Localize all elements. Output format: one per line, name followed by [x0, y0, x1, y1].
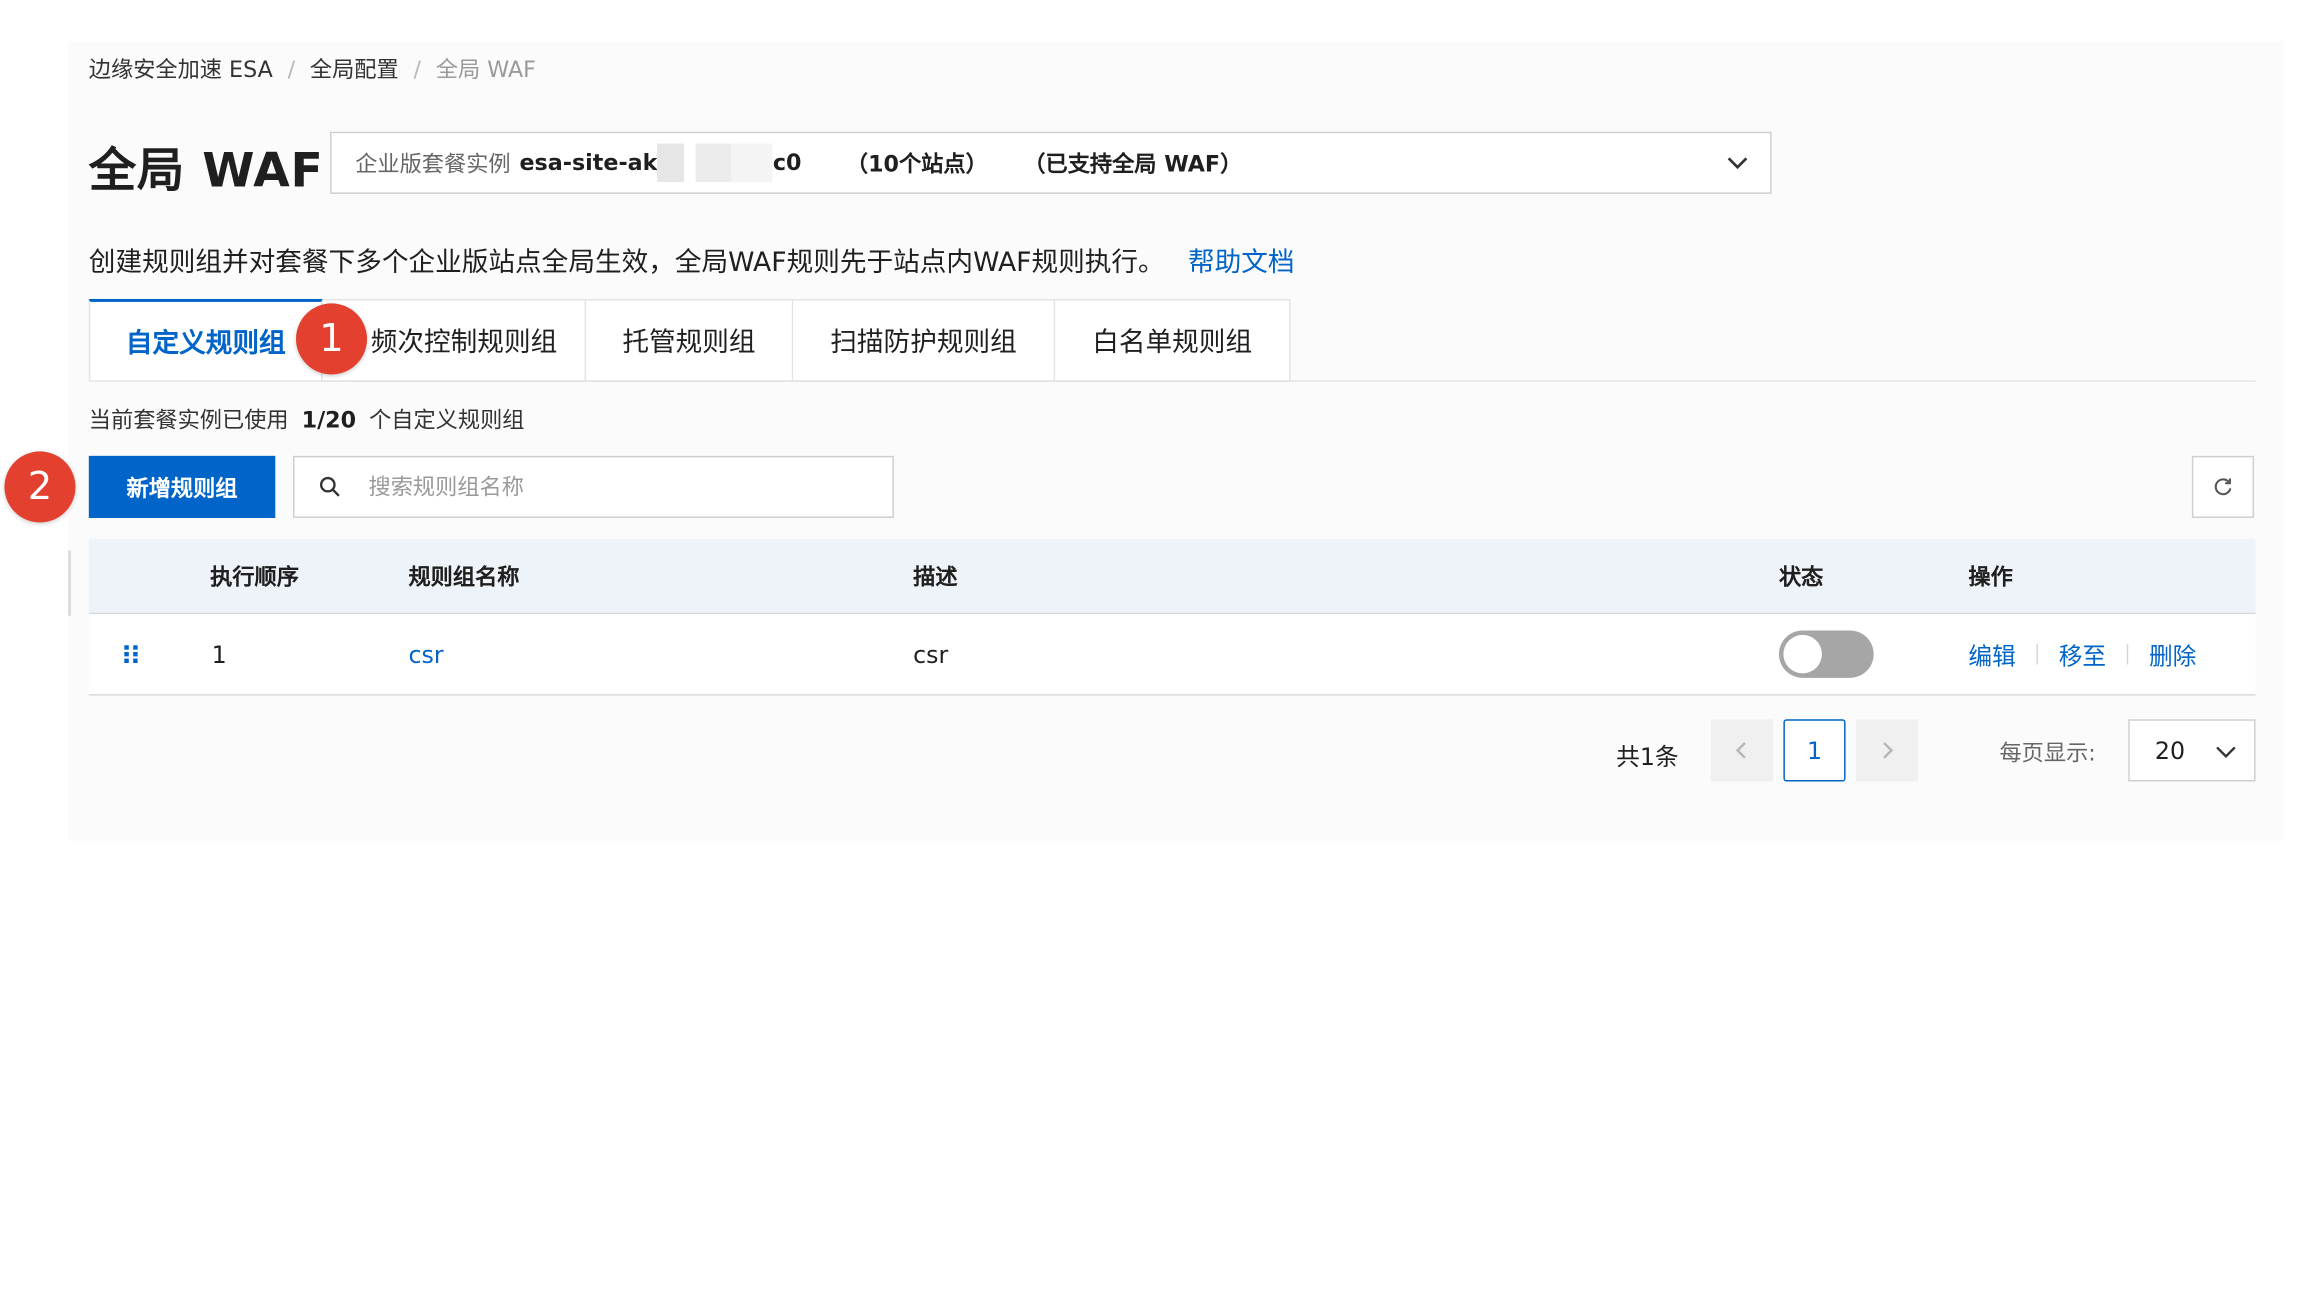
table-row: 1 csr csr 编辑 移至 删除 [88, 614, 2256, 696]
toggle-knob [1783, 634, 1822, 674]
action-divider [2036, 643, 2038, 665]
page-title: 全局 WAF [88, 142, 324, 199]
per-page-select[interactable]: 20 [2128, 719, 2256, 782]
step-badge-2: 2 [4, 451, 76, 523]
column-header-name: 规则组名称 [408, 563, 520, 590]
column-header-description: 描述 [913, 563, 958, 590]
breadcrumb-item-global-config[interactable]: 全局配置 [310, 53, 399, 84]
row-actions: 编辑 移至 删除 [1968, 614, 2196, 694]
page-description: 创建规则组并对套餐下多个企业版站点全局生效，全局WAF规则先于站点内WAF规则执… [89, 241, 1295, 279]
tab-scan-protection-rule-groups[interactable]: 扫描防护规则组 [793, 298, 1056, 382]
breadcrumb: 边缘安全加速 ESA / 全局配置 / 全局 WAF [89, 53, 536, 84]
chevron-down-icon [1727, 157, 1748, 170]
drag-handle-icon[interactable] [121, 644, 142, 665]
edit-link[interactable]: 编辑 [1968, 636, 2015, 672]
chevron-left-icon [1735, 742, 1746, 759]
delete-link[interactable]: 删除 [2149, 636, 2196, 672]
row-name-link[interactable]: csr [408, 640, 443, 668]
instance-name-prefix: esa-site-ak [519, 149, 658, 177]
edge-mark [68, 550, 72, 616]
breadcrumb-item-esa[interactable]: 边缘安全加速 ESA [89, 53, 273, 84]
breadcrumb-separator: / [413, 55, 421, 83]
per-page-value: 20 [2154, 736, 2186, 765]
action-divider [2126, 643, 2129, 665]
tab-label: 白名单规则组 [1092, 327, 1253, 359]
pagination-total: 共1条 [1616, 742, 1679, 772]
next-page-button[interactable] [1855, 719, 1919, 782]
tab-bar: 自定义规则组 频次控制规则组 托管规则组 扫描防护规则组 白名单规则组 [88, 298, 1291, 382]
move-to-link[interactable]: 移至 [2059, 636, 2106, 672]
usage-suffix: 个自定义规则组 [369, 407, 525, 434]
tab-label: 自定义规则组 [125, 327, 286, 359]
step-badge-1: 1 [296, 303, 368, 375]
chevron-down-icon [2216, 746, 2236, 758]
tab-label: 扫描防护规则组 [830, 327, 1017, 359]
column-header-status: 状态 [1778, 563, 1824, 590]
breadcrumb-separator: / [287, 55, 296, 83]
redacted-mask [657, 143, 773, 183]
search-input[interactable] [365, 472, 860, 502]
prev-page-button[interactable] [1710, 719, 1774, 782]
instance-waf-support: （已支持全局 WAF） [1023, 150, 1243, 177]
instance-select-label: 企业版套餐实例 [355, 150, 511, 177]
refresh-icon [2214, 478, 2232, 496]
search-icon [319, 476, 340, 497]
description-text: 创建规则组并对套餐下多个企业版站点全局生效，全局WAF规则先于站点内WAF规则执… [88, 247, 1165, 279]
per-page-label: 每页显示: [1999, 740, 2096, 767]
instance-select[interactable]: 企业版套餐实例 esa-site-ak c0 （10个站点） （已支持全局 WA… [330, 131, 1772, 194]
chevron-right-icon [1883, 742, 1894, 759]
help-doc-link[interactable]: 帮助文档 [1188, 247, 1295, 278]
search-box [293, 455, 894, 518]
tab-whitelist-rule-groups[interactable]: 白名单规则组 [1055, 298, 1291, 382]
instance-site-count: （10个站点） [845, 150, 988, 177]
tab-label: 频次控制规则组 [370, 327, 558, 359]
status-toggle[interactable] [1778, 630, 1874, 678]
usage-prefix: 当前套餐实例已使用 [88, 407, 289, 434]
usage-info: 当前套餐实例已使用 1/20 个自定义规则组 [89, 404, 525, 435]
row-description: csr [913, 640, 949, 669]
row-order: 1 [211, 640, 227, 669]
refresh-button[interactable] [2191, 455, 2255, 518]
tab-divider [88, 380, 2256, 382]
usage-count: 1/20 [301, 407, 357, 434]
column-header-order: 执行顺序 [210, 563, 299, 590]
breadcrumb-item-current: 全局 WAF [435, 56, 536, 83]
column-header-actions: 操作 [1968, 563, 2013, 590]
table-header: 执行顺序 规则组名称 描述 状态 操作 [88, 538, 2256, 615]
tab-label: 托管规则组 [622, 327, 756, 359]
page-number-button[interactable]: 1 [1783, 719, 1846, 782]
add-rule-group-button[interactable]: 新增规则组 [88, 455, 276, 518]
tab-custom-rule-groups[interactable]: 自定义规则组 [88, 298, 323, 382]
instance-name-suffix: c0 [772, 149, 802, 177]
tab-managed-rule-groups[interactable]: 托管规则组 [586, 298, 794, 382]
